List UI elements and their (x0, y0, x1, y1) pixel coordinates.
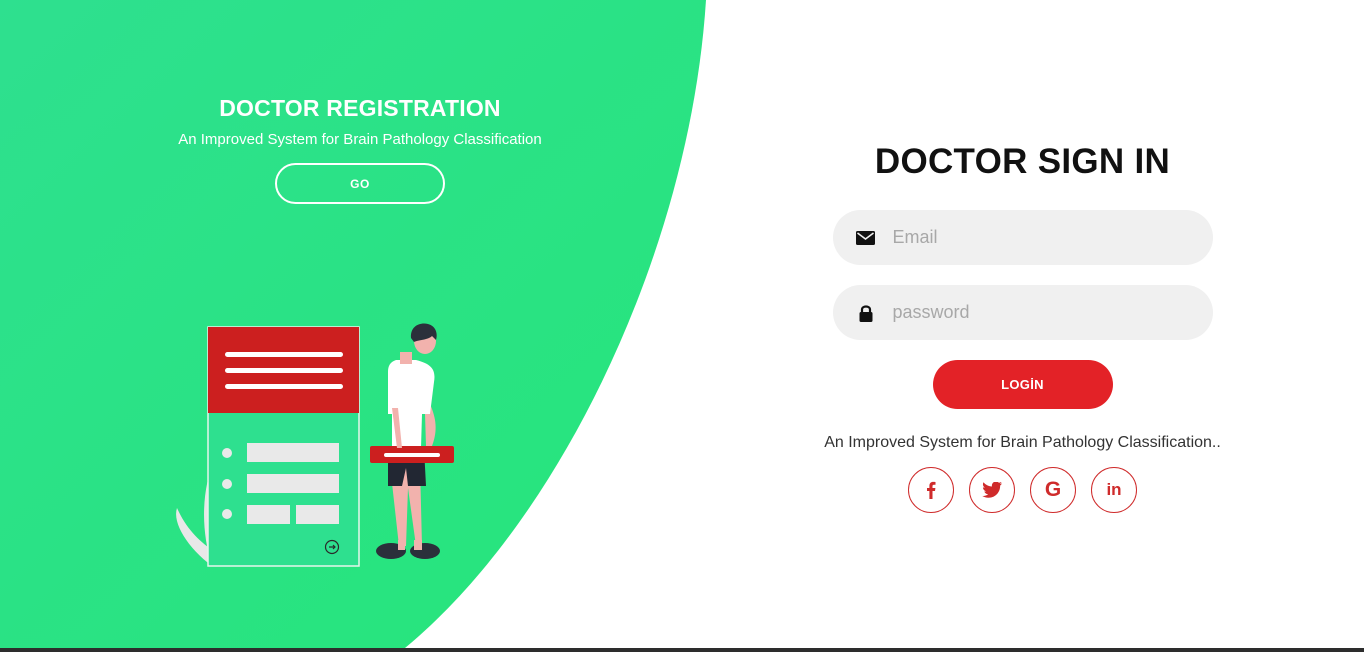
go-button[interactable]: GO (275, 163, 445, 204)
password-field[interactable] (832, 285, 1213, 340)
login-button[interactable]: LOGİN (932, 360, 1113, 409)
email-input[interactable] (892, 227, 1183, 248)
twitter-button[interactable] (969, 467, 1015, 513)
google-button[interactable]: G (1030, 467, 1076, 513)
lock-icon (856, 303, 876, 323)
signin-panel: DOCTOR SIGN IN LOGİN An Improved System … (800, 140, 1245, 513)
registration-title: DOCTOR REGISTRATION (219, 95, 501, 121)
linkedin-icon: in (1106, 480, 1122, 499)
google-icon: G (1044, 478, 1062, 501)
registration-subtitle: An Improved System for Brain Pathology C… (178, 131, 542, 148)
registration-illustration (176, 323, 454, 567)
signin-tagline: An Improved System for Brain Pathology C… (824, 434, 1221, 451)
password-input[interactable] (892, 302, 1183, 323)
twitter-icon (982, 481, 1002, 498)
envelope-icon (856, 228, 876, 248)
email-field[interactable] (832, 210, 1213, 265)
bottom-edge-bar (0, 648, 1364, 652)
facebook-icon (927, 481, 936, 499)
registration-panel: DOCTOR REGISTRATION An Improved System f… (60, 92, 660, 204)
login-page: DOCTOR REGISTRATION An Improved System f… (0, 0, 1364, 652)
linkedin-button[interactable]: in (1091, 467, 1137, 513)
facebook-button[interactable] (908, 467, 954, 513)
social-links: G in (800, 467, 1245, 513)
signin-title: DOCTOR SIGN IN (874, 142, 1171, 181)
